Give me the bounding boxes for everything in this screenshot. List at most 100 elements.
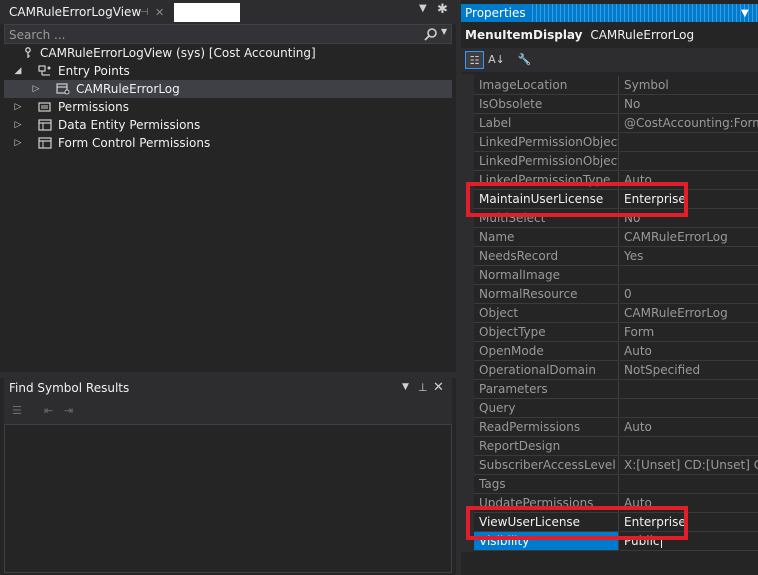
- property-row[interactable]: ReportDesign: [474, 437, 758, 456]
- dropdown-arrow-icon[interactable]: ▼: [419, 3, 427, 14]
- property-name: ImageLocation: [474, 76, 619, 95]
- find-symbol-header: Find Symbol Results ▼ ⊥ ✕: [4, 378, 452, 400]
- property-row[interactable]: ReadPermissions Auto: [474, 418, 758, 437]
- property-value[interactable]: [620, 437, 758, 456]
- menu-item-icon: [56, 83, 70, 95]
- property-row[interactable]: Label @CostAccounting:Form_: [474, 114, 758, 133]
- property-value[interactable]: [620, 475, 758, 494]
- alphabetical-icon[interactable]: A↓: [487, 51, 506, 69]
- property-row[interactable]: NeedsRecord Yes: [474, 247, 758, 266]
- document-tab[interactable]: CAMRuleErrorLogView ⊣ ✕: [3, 3, 169, 22]
- grid-gutter: [461, 74, 474, 552]
- property-row[interactable]: Query: [474, 399, 758, 418]
- text-caret: [660, 535, 662, 548]
- collapsed-arrow-icon[interactable]: ▷: [12, 98, 24, 116]
- collapsed-arrow-icon[interactable]: ▷: [12, 134, 24, 152]
- property-row[interactable]: Object CAMRuleErrorLog: [474, 304, 758, 323]
- element-tree: CAMRuleErrorLogView (sys) [Cost Accounti…: [4, 44, 452, 370]
- list-view-icon[interactable]: ☰: [12, 404, 26, 418]
- property-value-editor[interactable]: Public: [620, 532, 758, 551]
- entry-points-icon: [38, 65, 51, 76]
- property-value[interactable]: [620, 152, 758, 171]
- designer-pane: CAMRuleErrorLogView ⊣ ✕ ▼ ✱ ▼ CAMRuleErr…: [0, 0, 456, 372]
- property-value[interactable]: CAMRuleErrorLog: [620, 228, 758, 247]
- property-row[interactable]: NormalImage: [474, 266, 758, 285]
- property-row[interactable]: NormalResource 0: [474, 285, 758, 304]
- property-row[interactable]: ImageLocation Symbol: [474, 76, 758, 95]
- tree-node-data-entity-permissions[interactable]: ▷ Data Entity Permissions: [4, 116, 452, 134]
- property-row[interactable]: Name CAMRuleErrorLog: [474, 228, 758, 247]
- search-input[interactable]: [9, 27, 409, 42]
- property-value[interactable]: NotSpecified: [620, 361, 758, 380]
- gear-icon[interactable]: ✱: [437, 2, 448, 17]
- tree-node-form-control-permissions[interactable]: ▷ Form Control Permissions: [4, 134, 452, 152]
- key-icon: [25, 47, 31, 58]
- property-row[interactable]: Tags: [474, 475, 758, 494]
- property-value[interactable]: @CostAccounting:Form_: [620, 114, 758, 133]
- expanded-arrow-icon[interactable]: ◢: [12, 62, 24, 80]
- close-icon[interactable]: ✕: [433, 380, 444, 395]
- next-result-icon[interactable]: ⇥: [64, 404, 78, 418]
- property-value[interactable]: Yes: [620, 247, 758, 266]
- property-row[interactable]: UpdatePermissions Auto: [474, 494, 758, 513]
- tree-node-root[interactable]: CAMRuleErrorLogView (sys) [Cost Accounti…: [4, 44, 452, 62]
- property-row[interactable]: SubscriberAccessLevel X:[Unset] CD:[Unset…: [474, 456, 758, 475]
- previous-result-icon[interactable]: ⇤: [44, 404, 58, 418]
- property-value[interactable]: No: [620, 209, 758, 228]
- search-icon[interactable]: [423, 27, 439, 42]
- collapsed-arrow-icon[interactable]: ▷: [12, 116, 24, 134]
- property-value[interactable]: Auto: [620, 494, 758, 513]
- tree-node-permissions[interactable]: ▷ Permissions: [4, 98, 452, 116]
- property-value[interactable]: Auto: [620, 342, 758, 361]
- property-row[interactable]: LinkedPermissionObject: [474, 133, 758, 152]
- property-row[interactable]: OperationalDomain NotSpecified: [474, 361, 758, 380]
- property-row[interactable]: LinkedPermissionType Auto: [474, 171, 758, 190]
- property-value[interactable]: Symbol: [620, 76, 758, 95]
- dropdown-arrow-icon[interactable]: ▼: [402, 382, 409, 392]
- property-name: MaintainUserLicense: [474, 190, 619, 209]
- property-value[interactable]: [620, 133, 758, 152]
- property-value[interactable]: Auto: [620, 171, 758, 190]
- property-row[interactable]: ObjectType Form: [474, 323, 758, 342]
- property-value[interactable]: 0: [620, 285, 758, 304]
- categorized-icon[interactable]: ☷: [465, 51, 484, 69]
- property-value[interactable]: [620, 266, 758, 285]
- chevron-down-icon[interactable]: ▼: [441, 27, 447, 36]
- property-value[interactable]: Form: [620, 323, 758, 342]
- property-value[interactable]: X:[Unset] CD:[Unset] C:[U: [620, 456, 758, 475]
- property-row[interactable]: Parameters: [474, 380, 758, 399]
- property-value[interactable]: No: [620, 95, 758, 114]
- pin-icon[interactable]: ⊣: [140, 3, 149, 22]
- close-icon[interactable]: ✕: [155, 3, 164, 22]
- property-value[interactable]: CAMRuleErrorLog: [620, 304, 758, 323]
- property-name: ViewUserLicense: [474, 513, 619, 532]
- property-value[interactable]: Enterprise: [620, 190, 758, 209]
- property-row[interactable]: MaintainUserLicense Enterprise: [474, 190, 758, 209]
- property-name: Object: [474, 304, 619, 323]
- property-value[interactable]: Auto: [620, 418, 758, 437]
- collapsed-arrow-icon[interactable]: ▷: [30, 80, 42, 98]
- property-name: Label: [474, 114, 619, 133]
- property-row[interactable]: IsObsolete No: [474, 95, 758, 114]
- property-value[interactable]: Enterprise: [620, 513, 758, 532]
- tree-node-label: CAMRuleErrorLogView (sys) [Cost Accounti…: [40, 46, 316, 60]
- property-row[interactable]: OpenMode Auto: [474, 342, 758, 361]
- property-name: LinkedPermissionType: [474, 171, 619, 190]
- chevron-down-icon[interactable]: ▼: [741, 8, 749, 19]
- selected-object: MenuItemDisplay CAMRuleErrorLog: [461, 24, 758, 46]
- tree-node-menu-item[interactable]: ▷ CAMRuleErrorLog: [4, 80, 452, 98]
- property-name: NormalImage: [474, 266, 619, 285]
- wrench-icon[interactable]: 🔧: [515, 51, 534, 69]
- property-value[interactable]: [620, 380, 758, 399]
- property-value[interactable]: [620, 399, 758, 418]
- find-symbol-toolbar: ☰ ⇤ ⇥: [4, 400, 452, 424]
- property-row-selected[interactable]: Visibility Public: [474, 532, 758, 551]
- property-name: ObjectType: [474, 323, 619, 342]
- tree-node-entry-points[interactable]: ◢ Entry Points: [4, 62, 452, 80]
- designer-search: ▼: [4, 24, 452, 44]
- pin-icon[interactable]: ⊥: [418, 381, 428, 394]
- property-row[interactable]: ViewUserLicense Enterprise: [474, 513, 758, 532]
- property-name: LinkedPermissionObject: [474, 133, 619, 152]
- property-row[interactable]: MultiSelect No: [474, 209, 758, 228]
- property-row[interactable]: LinkedPermissionObjectCh: [474, 152, 758, 171]
